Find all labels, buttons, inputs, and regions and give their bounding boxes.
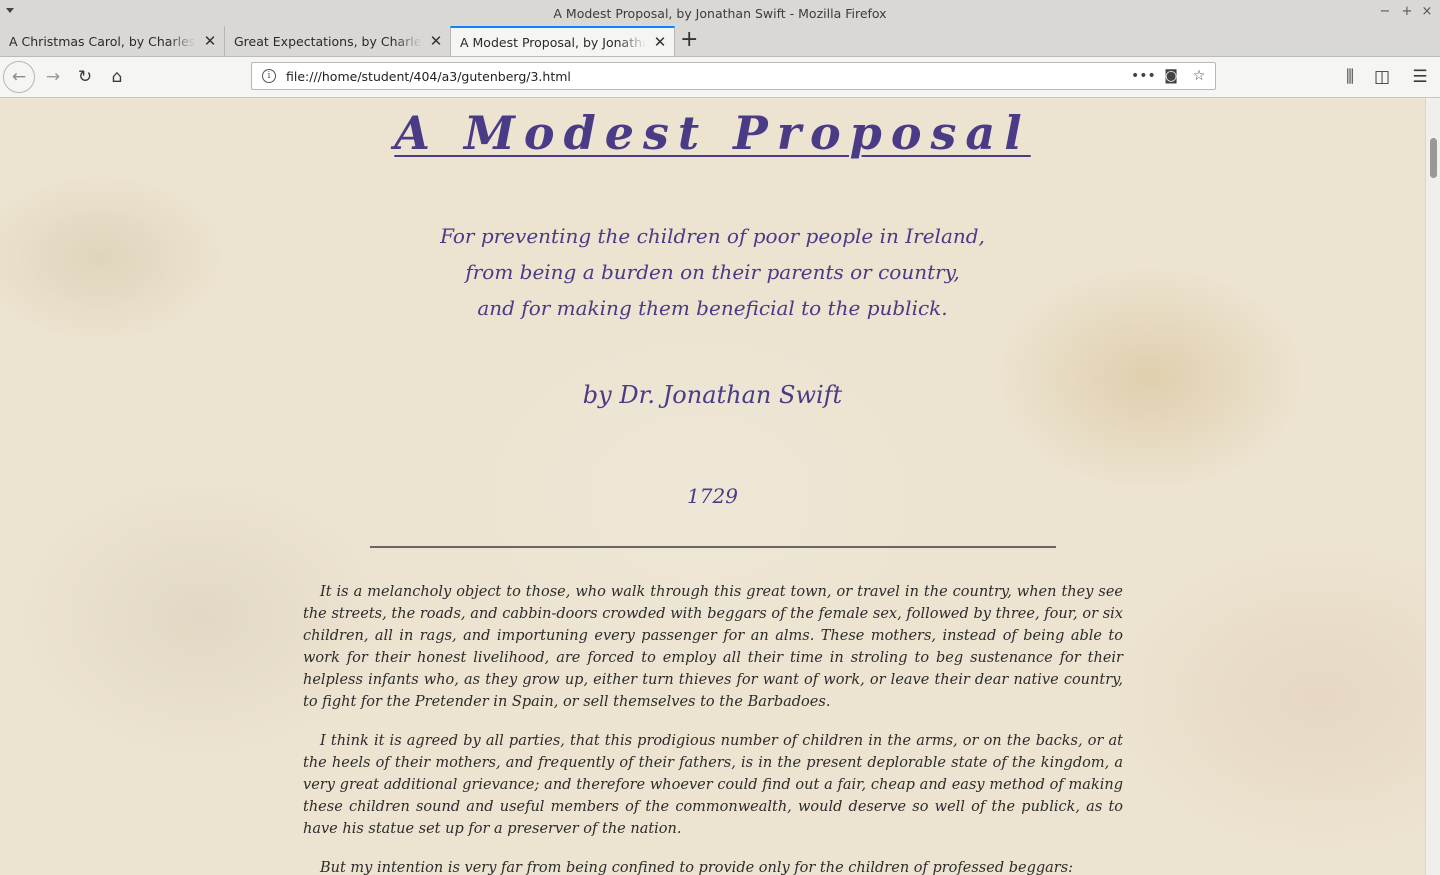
tab-label: A Modest Proposal, by Jonathan Swift xyxy=(460,34,646,50)
author-byline: by Dr. Jonathan Swift xyxy=(582,381,843,409)
sidebar-icon[interactable]: ◫ xyxy=(1370,65,1394,89)
navigation-toolbar: ← → ↻ ⌂ i file:///home/student/404/a3/gu… xyxy=(0,57,1440,98)
book-title: A Modest Proposal xyxy=(394,106,1031,160)
close-tab-icon[interactable]: ✕ xyxy=(652,33,668,51)
close-tab-icon[interactable]: ✕ xyxy=(428,32,444,50)
tab-great-expectations[interactable]: Great Expectations, by Charles Dickens ✕ xyxy=(225,26,450,56)
tab-christmas-carol[interactable]: A Christmas Carol, by Charles Dickens ✕ xyxy=(0,26,225,56)
bookmark-star-icon[interactable]: ☆ xyxy=(1187,68,1211,84)
publication-year: 1729 xyxy=(687,484,738,508)
subtitle-line: For preventing the children of poor peop… xyxy=(440,224,985,248)
subtitle: For preventing the children of poor peop… xyxy=(0,218,1425,326)
maximize-icon[interactable]: + xyxy=(1400,4,1414,19)
page-content: A Modest Proposal For preventing the chi… xyxy=(0,98,1425,875)
forward-arrow-icon[interactable]: → xyxy=(41,65,65,89)
tab-strip: A Christmas Carol, by Charles Dickens ✕ … xyxy=(0,26,1440,57)
tab-label: Great Expectations, by Charles Dickens xyxy=(234,33,422,49)
url-text[interactable]: file:///home/student/404/a3/gutenberg/3.… xyxy=(286,69,1131,84)
paragraph: But my intention is very far from being … xyxy=(320,860,1074,875)
tab-modest-proposal[interactable]: A Modest Proposal, by Jonathan Swift ✕ xyxy=(450,26,675,56)
home-icon[interactable]: ⌂ xyxy=(105,65,129,89)
vertical-scrollbar[interactable] xyxy=(1425,98,1440,875)
scrollbar-thumb[interactable] xyxy=(1430,138,1437,178)
horizontal-rule xyxy=(370,546,1056,548)
subtitle-line: and for making them beneficial to the pu… xyxy=(477,296,948,320)
tab-label: A Christmas Carol, by Charles Dickens xyxy=(9,33,196,49)
new-tab-icon[interactable]: + xyxy=(680,29,698,51)
reload-icon[interactable]: ↻ xyxy=(73,65,97,89)
close-window-icon[interactable]: × xyxy=(1420,4,1434,19)
paragraph: I think it is agreed by all parties, tha… xyxy=(303,733,1123,837)
paragraph: It is a melancholy object to those, who … xyxy=(303,584,1123,710)
body-text: It is a melancholy object to those, who … xyxy=(303,581,1123,875)
address-bar[interactable]: i file:///home/student/404/a3/gutenberg/… xyxy=(251,62,1216,90)
library-icon[interactable]: ⫼ xyxy=(1338,65,1362,89)
window-titlebar: A Modest Proposal, by Jonathan Swift - M… xyxy=(0,0,1440,26)
info-icon[interactable]: i xyxy=(262,69,276,83)
window-menu-icon[interactable] xyxy=(6,8,14,13)
window-title: A Modest Proposal, by Jonathan Swift - M… xyxy=(553,5,887,21)
more-actions-icon[interactable]: ••• xyxy=(1131,68,1156,84)
hamburger-menu-icon[interactable]: ☰ xyxy=(1408,65,1432,89)
subtitle-line: from being a burden on their parents or … xyxy=(465,260,960,284)
close-tab-icon[interactable]: ✕ xyxy=(202,32,218,50)
pocket-icon[interactable]: ◙ xyxy=(1159,68,1183,84)
back-arrow-icon[interactable]: ← xyxy=(3,61,35,93)
minimize-icon[interactable]: − xyxy=(1378,4,1392,19)
